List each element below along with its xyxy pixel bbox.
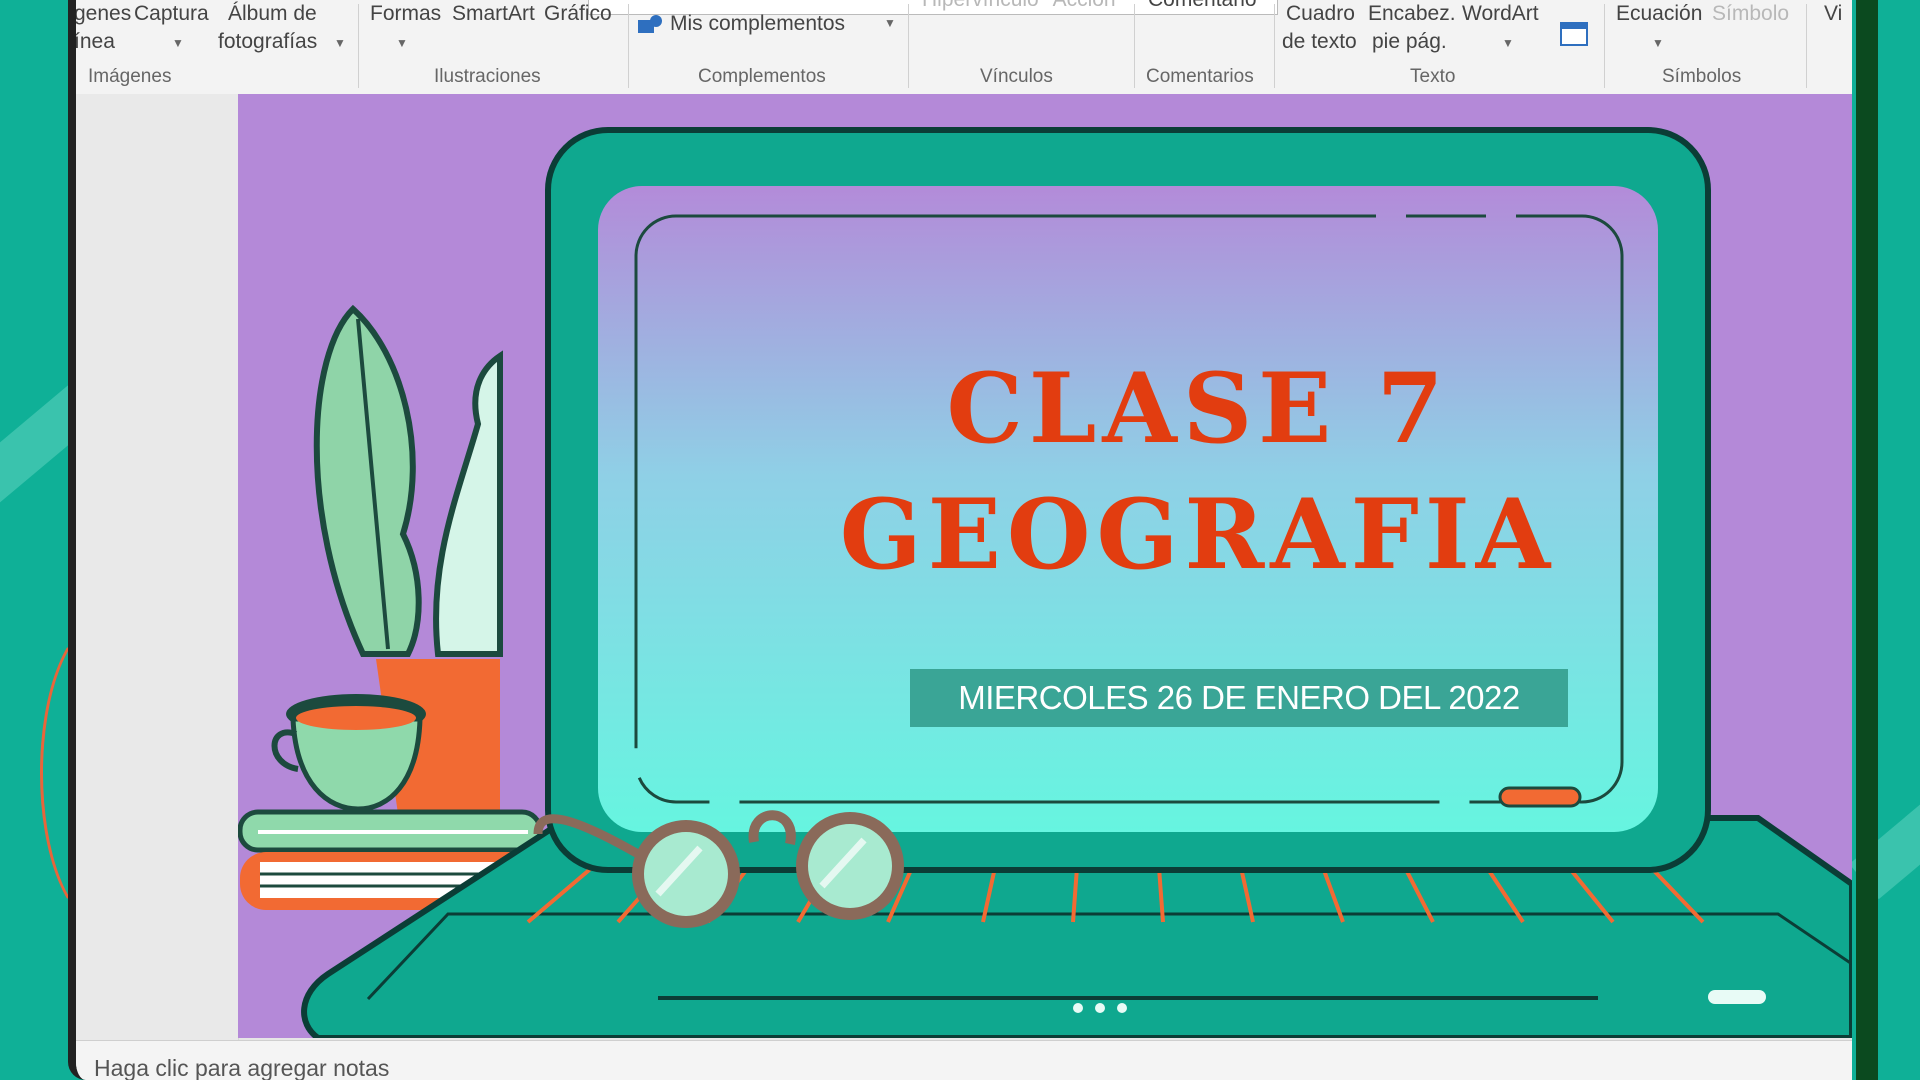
- coffee: [296, 706, 416, 730]
- comentario-label: Comentario: [1148, 0, 1257, 14]
- window-edge-bar: [1856, 0, 1878, 1080]
- smartart-label: SmartArt: [452, 2, 535, 25]
- imagenes-label-top: genes: [74, 2, 132, 25]
- video-label: Vi: [1824, 2, 1843, 25]
- cuadro-label-top: Cuadro: [1286, 2, 1355, 25]
- slide-editing-area: CLASE 7 GEOGRAFIA MIERCOLES 26 DE ENERO …: [76, 94, 1852, 1040]
- simbolo-button[interactable]: Símbolo: [1712, 0, 1789, 28]
- group-divider: [628, 4, 629, 88]
- ecuacion-button[interactable]: Ecuación: [1616, 0, 1702, 28]
- insert-ribbon: genes ínea Captura ▼ Álbum de fotografía…: [76, 0, 1852, 95]
- cuadro-label-bottom: de texto: [1282, 30, 1357, 53]
- comentario-button[interactable]: Comentario: [1148, 0, 1257, 14]
- group-ilustraciones: Ilustraciones: [434, 66, 541, 87]
- video-button[interactable]: Vi: [1824, 0, 1842, 28]
- store-icon: [638, 15, 662, 33]
- album-label-top: Álbum de: [228, 2, 317, 25]
- screen-orange-pill: [1498, 786, 1582, 808]
- hipervinculo-button[interactable]: Hipervínculo Acción: [922, 0, 1116, 14]
- plant-leaf-left: [313, 304, 422, 657]
- chevron-down-icon: ▼: [1502, 36, 1514, 50]
- encabezado-pie-button[interactable]: Encabez. pie pág.: [1368, 0, 1456, 56]
- group-divider: [1604, 4, 1605, 88]
- formas-label: Formas: [370, 2, 442, 25]
- slide-canvas[interactable]: CLASE 7 GEOGRAFIA MIERCOLES 26 DE ENERO …: [238, 94, 1852, 1038]
- group-simbolos: Símbolos: [1662, 66, 1742, 87]
- chevron-down-icon: ▼: [172, 36, 184, 50]
- grafico-label: Gráfico: [544, 2, 612, 25]
- powerpoint-window: genes ínea Captura ▼ Álbum de fotografía…: [68, 0, 1852, 1080]
- fecha-hora-icon[interactable]: [1560, 22, 1588, 46]
- encabez-label-bottom: pie pág.: [1372, 30, 1447, 53]
- slide-title-line-1[interactable]: CLASE 7: [698, 352, 1698, 465]
- smartart-button[interactable]: SmartArt: [452, 0, 535, 28]
- wordart-label: WordArt: [1462, 2, 1539, 25]
- group-divider: [1134, 4, 1135, 88]
- group-divider: [908, 4, 909, 88]
- chevron-down-icon: ▼: [334, 36, 346, 50]
- group-comentarios: Comentarios: [1146, 66, 1254, 87]
- grafico-button[interactable]: Gráfico: [544, 0, 612, 28]
- wordart-button[interactable]: WordArt: [1462, 0, 1539, 28]
- captura-label: Captura: [134, 2, 209, 25]
- album-fotografias-button[interactable]: Álbum de fotografías: [218, 0, 317, 56]
- group-vinculos: Vínculos: [980, 66, 1053, 87]
- plant-leaf-right: [433, 350, 503, 657]
- group-complementos: Complementos: [698, 66, 826, 87]
- mis-complementos-button[interactable]: Mis complementos: [670, 10, 845, 38]
- slide-title-line-2[interactable]: GEOGRAFIA: [698, 478, 1698, 591]
- laptop-led: [1708, 990, 1766, 1004]
- accion-label: Acción: [1053, 0, 1116, 11]
- chevron-down-icon: ▼: [884, 16, 896, 30]
- imagenes-label-bottom: ínea: [74, 30, 115, 53]
- slide-thumbnail-panel[interactable]: [76, 94, 239, 1040]
- hipervinculo-label: Hipervínculo: [922, 0, 1039, 11]
- group-imagenes: Imágenes: [88, 66, 172, 87]
- group-divider: [358, 4, 359, 88]
- chevron-down-icon: ▼: [1652, 36, 1664, 50]
- notes-placeholder: Haga clic para agregar notas: [94, 1055, 390, 1080]
- captura-button[interactable]: Captura: [134, 0, 209, 28]
- ecuacion-label: Ecuación: [1616, 2, 1703, 25]
- group-texto: Texto: [1410, 66, 1456, 87]
- cuadro-de-texto-button[interactable]: Cuadro de texto: [1282, 0, 1357, 56]
- encabez-label-top: Encabez.: [1368, 2, 1456, 25]
- formas-button[interactable]: Formas: [370, 0, 441, 28]
- notes-pane[interactable]: Haga clic para agregar notas: [76, 1040, 1852, 1080]
- date-textbox[interactable]: MIERCOLES 26 DE ENERO DEL 2022: [910, 669, 1568, 727]
- group-divider: [1806, 4, 1807, 88]
- album-label-bottom: fotografías: [218, 30, 318, 53]
- group-divider: [1274, 4, 1275, 88]
- chevron-down-icon: ▼: [396, 36, 408, 50]
- imagenes-button[interactable]: genes ínea: [74, 0, 132, 56]
- mis-complementos-label: Mis complementos: [670, 12, 846, 35]
- simbolo-label: Símbolo: [1712, 2, 1790, 25]
